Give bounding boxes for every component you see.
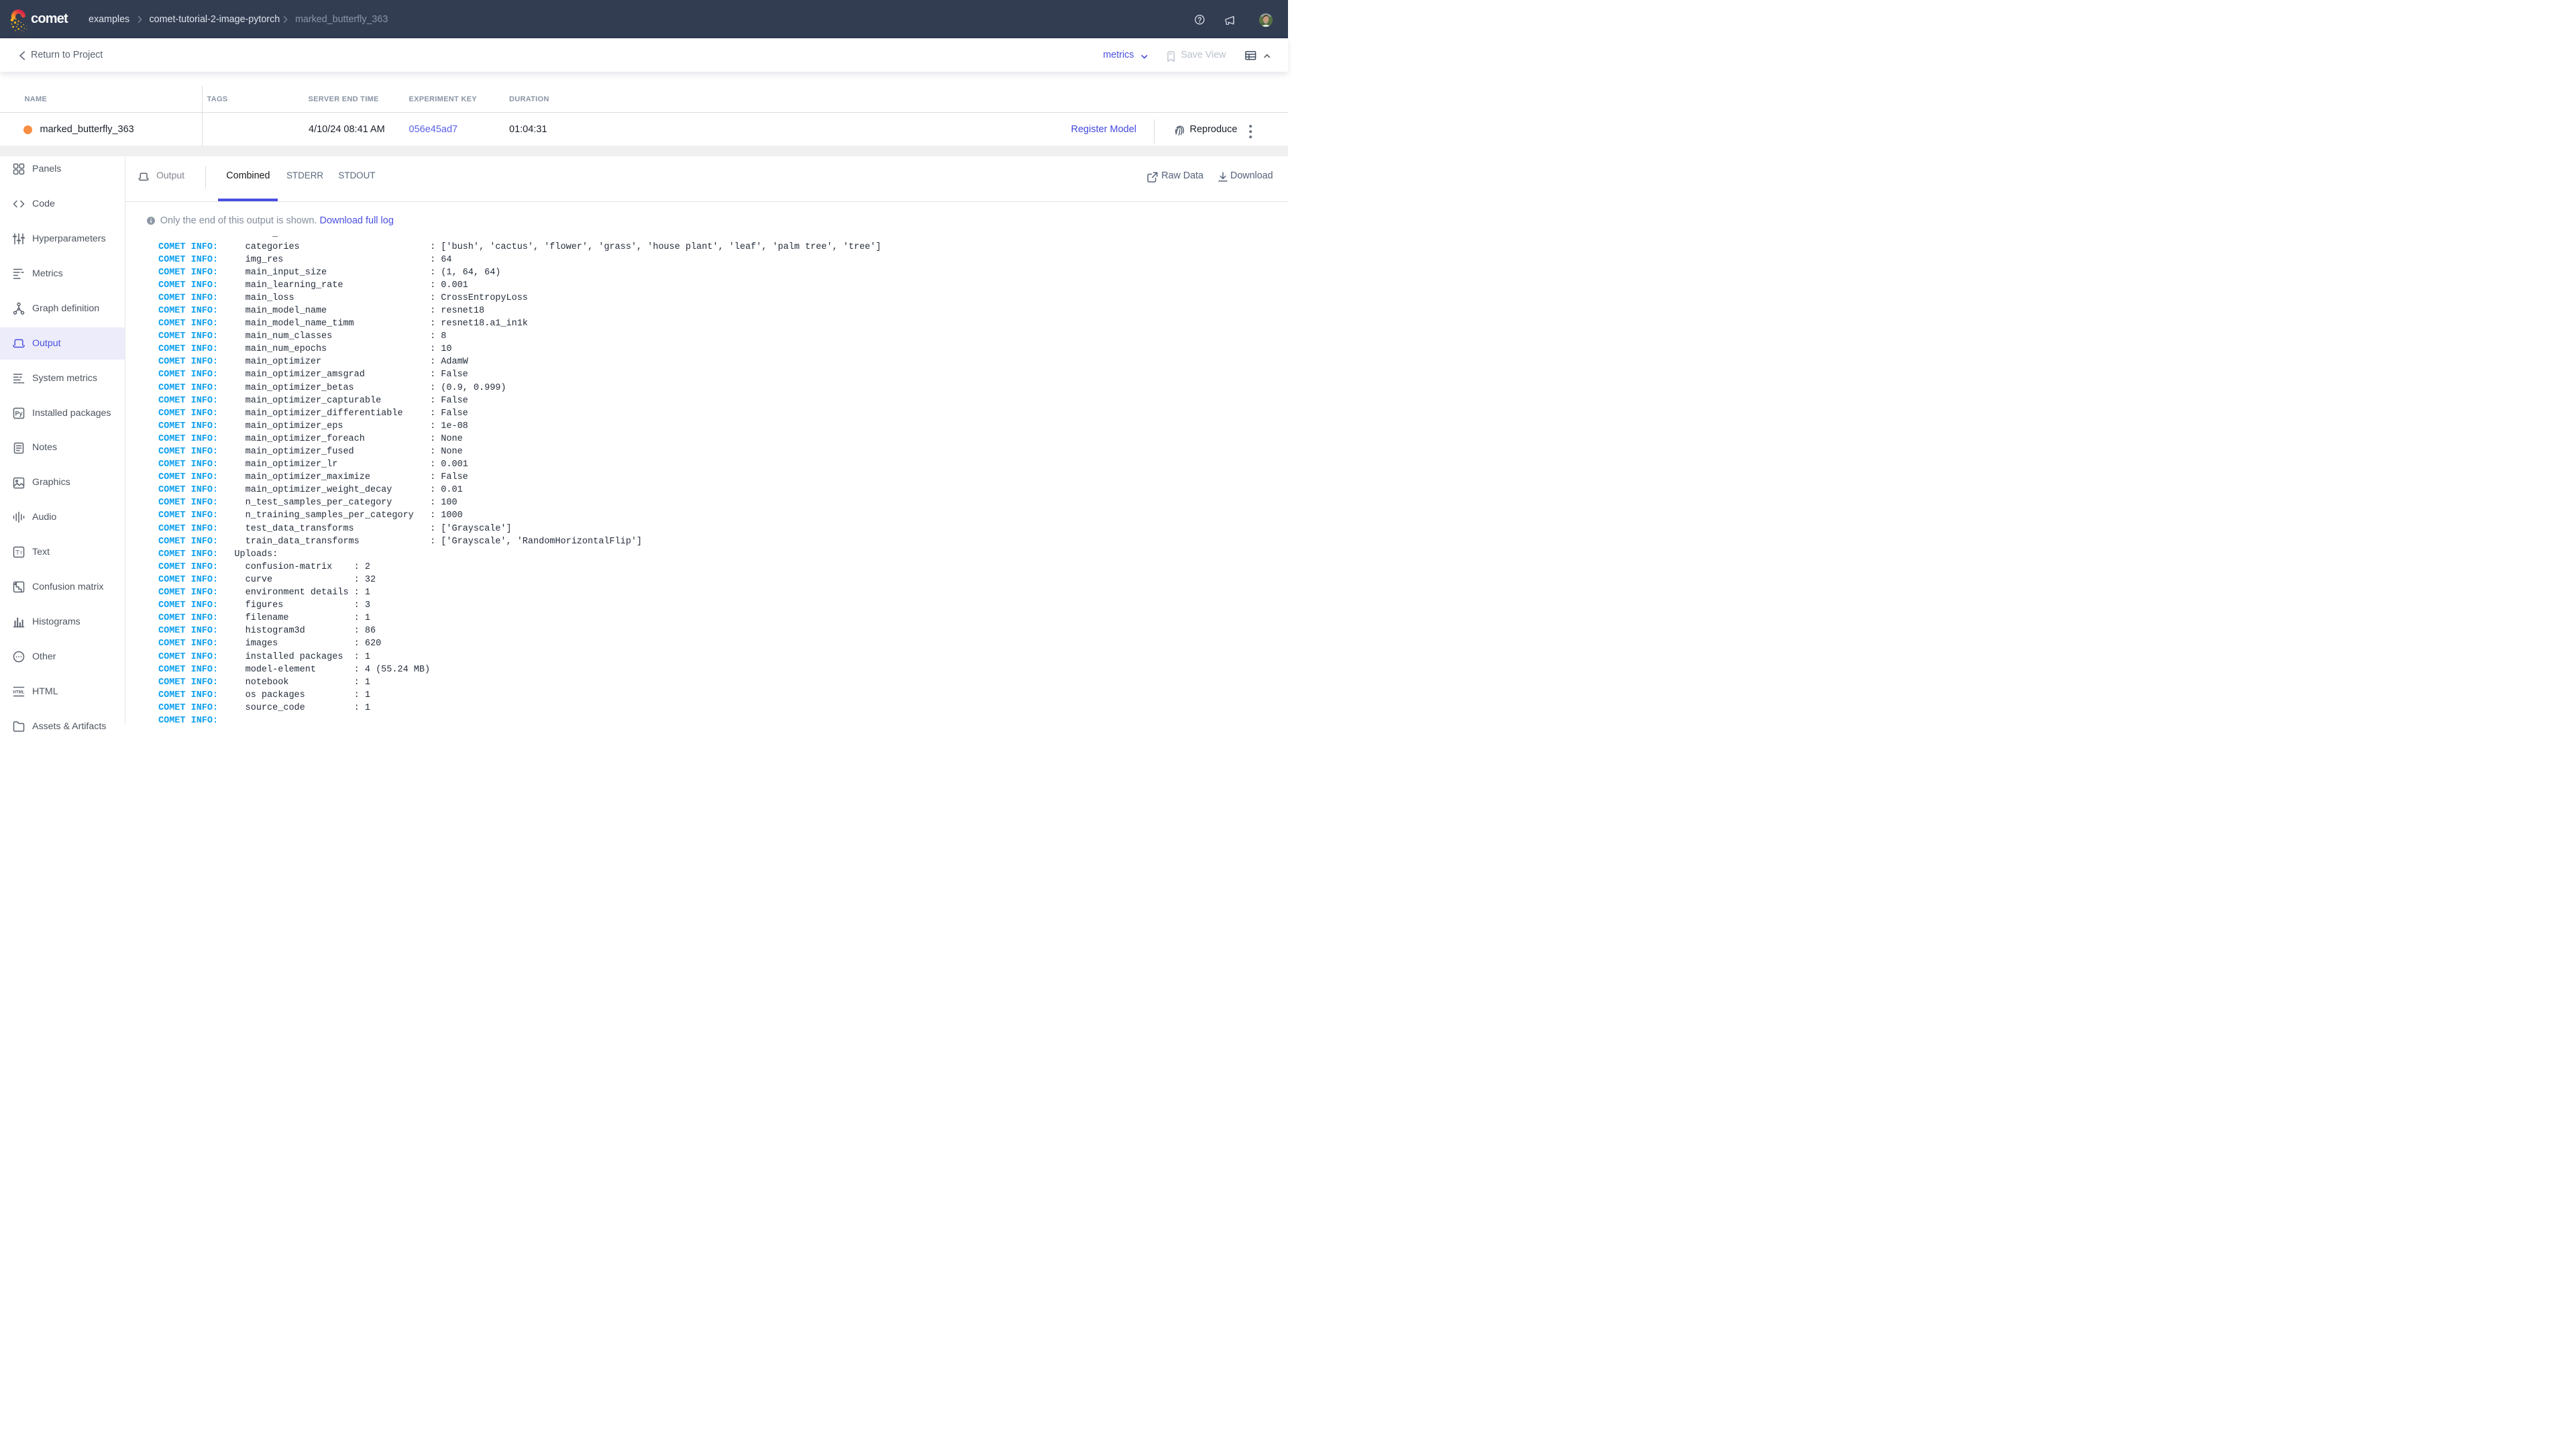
svg-text:HTML: HTML xyxy=(13,690,24,694)
svg-text:Py: Py xyxy=(15,410,22,417)
svg-text:T: T xyxy=(19,551,22,556)
